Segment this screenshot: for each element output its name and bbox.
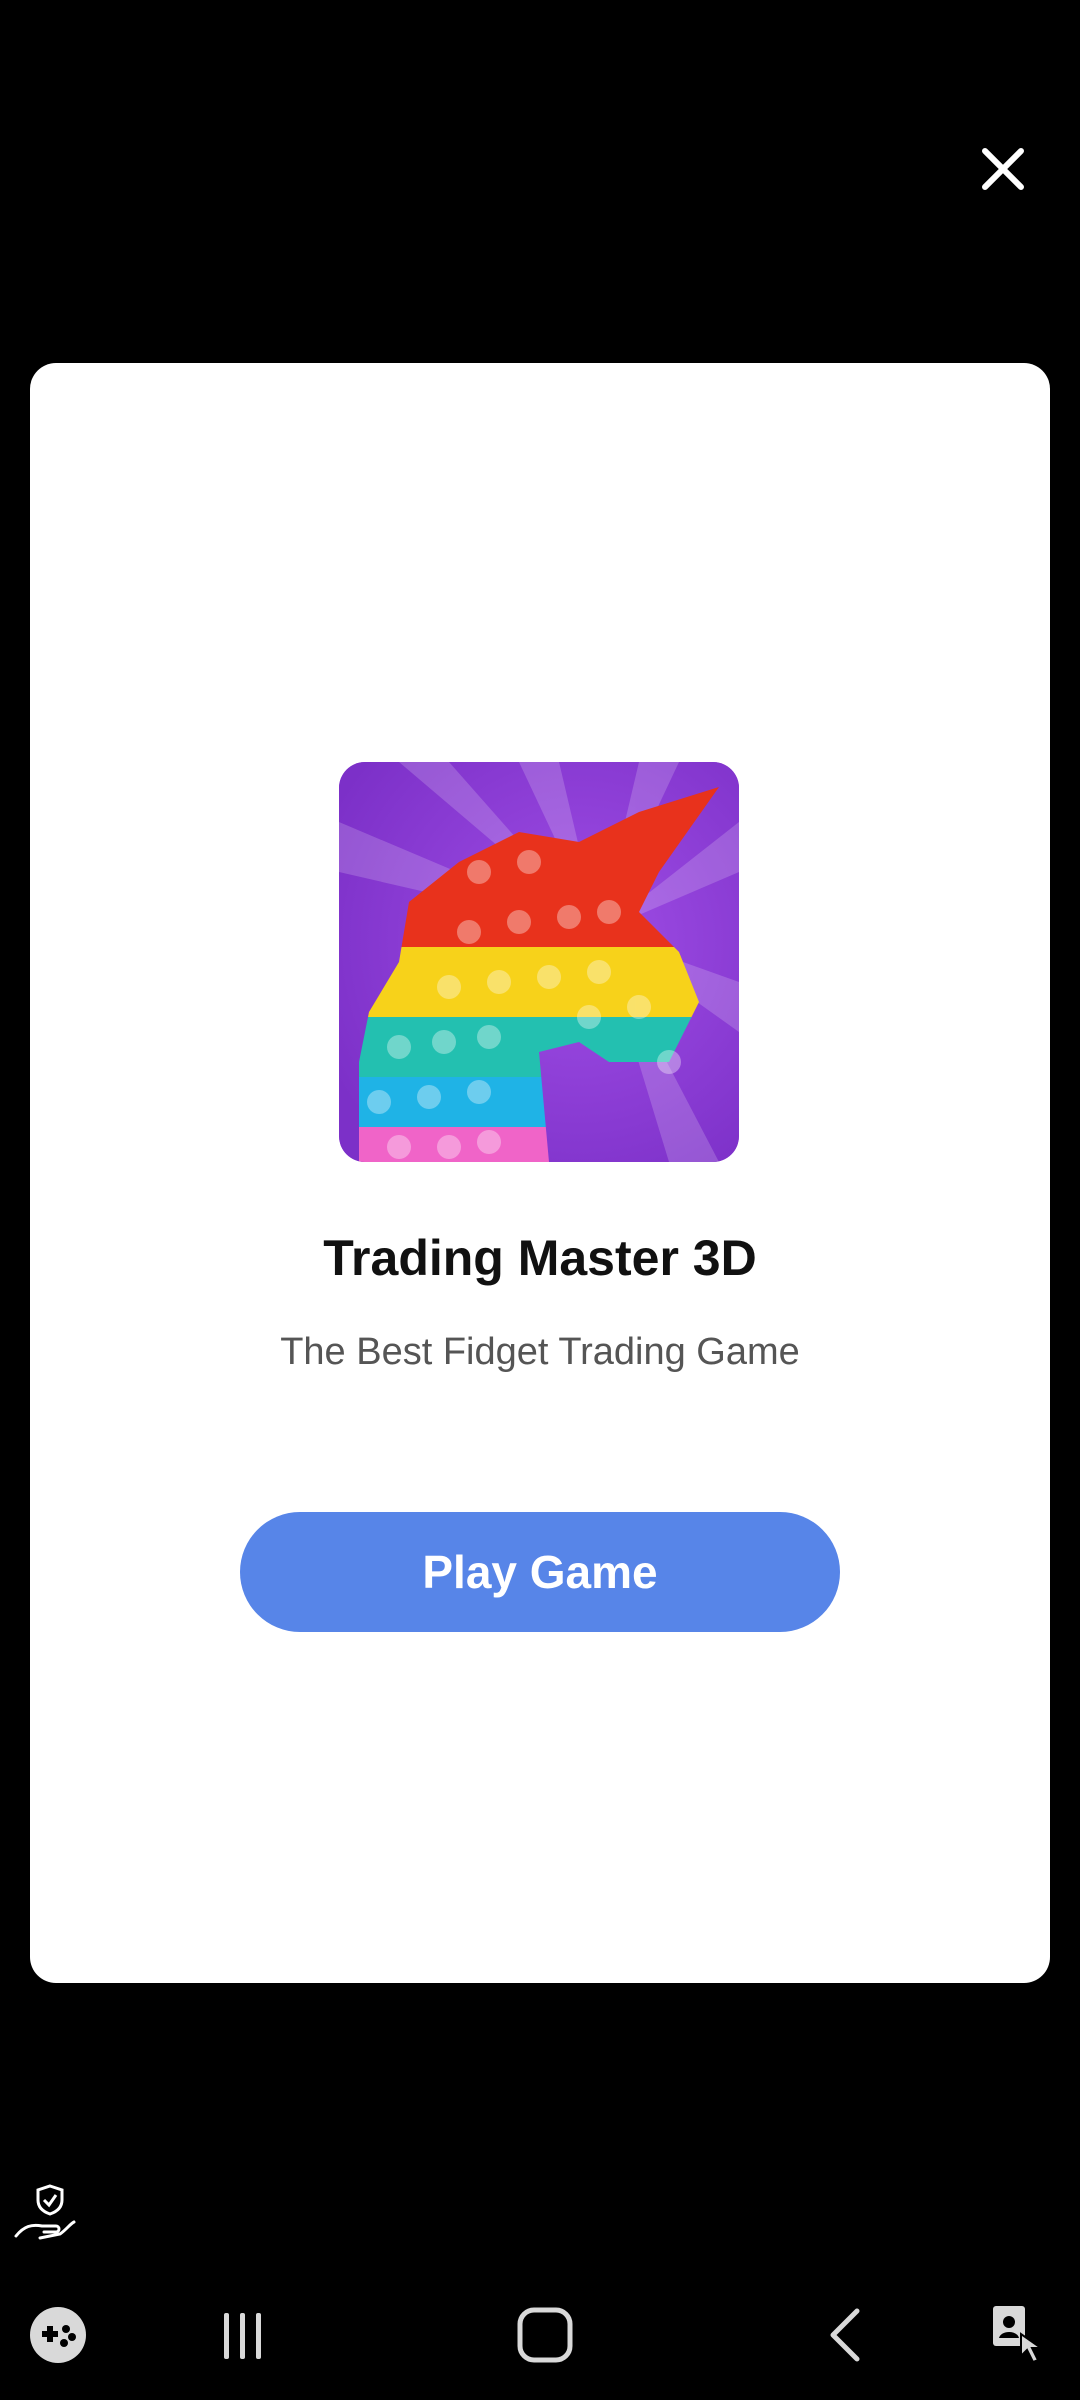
app-tagline: The Best Fidget Trading Game xyxy=(280,1331,800,1373)
game-tools-icon xyxy=(30,2307,86,2363)
close-button[interactable] xyxy=(966,132,1040,206)
back-icon xyxy=(830,2308,860,2362)
accessibility-button[interactable] xyxy=(970,2285,1070,2385)
unicorn-pop-it-icon xyxy=(339,762,739,1162)
app-icon[interactable] xyxy=(339,762,739,1162)
accessibility-icon xyxy=(993,2306,1045,2364)
play-game-button[interactable]: Play Game xyxy=(240,1512,840,1632)
home-icon xyxy=(517,2307,573,2363)
hand-shield-icon[interactable] xyxy=(10,2180,80,2250)
home-button[interactable] xyxy=(495,2285,595,2385)
close-icon xyxy=(982,148,1024,190)
recent-apps-icon xyxy=(224,2313,261,2359)
app-promo-card: Trading Master 3D The Best Fidget Tradin… xyxy=(30,363,1050,1983)
app-title: Trading Master 3D xyxy=(323,1230,757,1286)
system-navbar xyxy=(0,2270,1080,2400)
back-button[interactable] xyxy=(797,2285,897,2385)
recent-apps-button[interactable] xyxy=(192,2285,292,2385)
game-tools-button[interactable] xyxy=(8,2285,108,2385)
